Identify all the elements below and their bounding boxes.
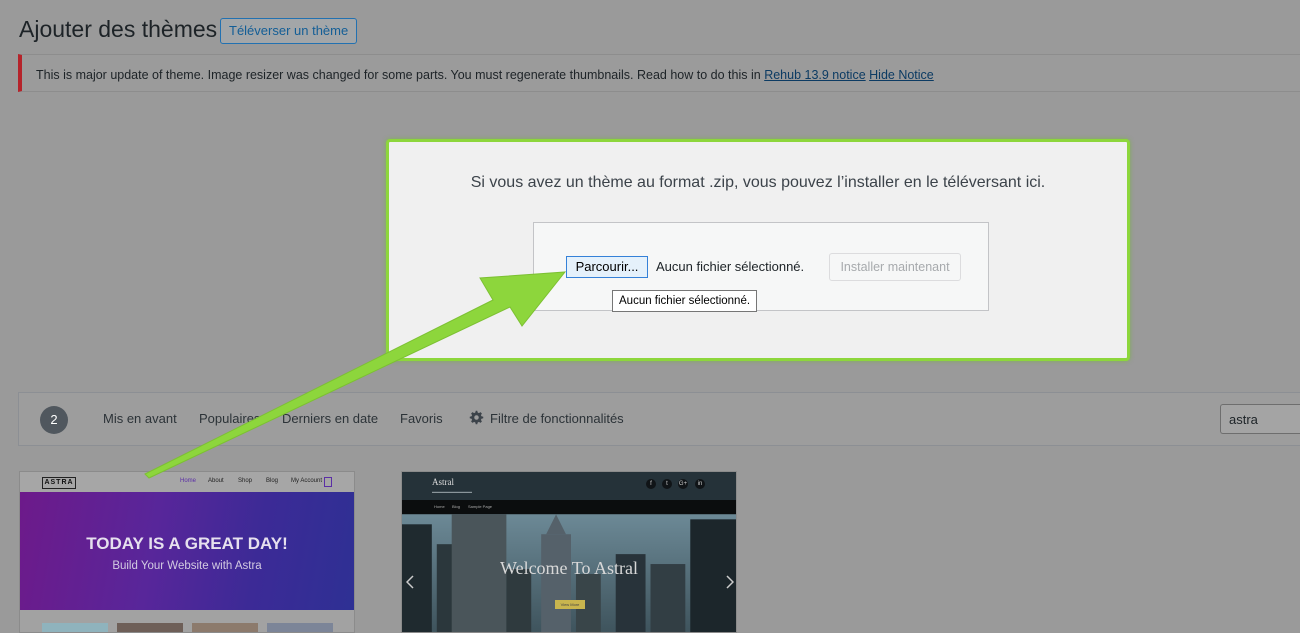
astra-preview-thumbnail <box>267 623 333 632</box>
install-now-button[interactable]: Installer maintenant <box>829 253 961 281</box>
filter-popular[interactable]: Populaires <box>199 411 260 426</box>
theme-filter-bar: 2 Mis en avant Populaires Derniers en da… <box>18 392 1300 446</box>
upload-instruction: Si vous avez un thème au format .zip, vo… <box>470 174 1046 191</box>
astra-headline: TODAY IS A GREAT DAY! <box>86 534 288 553</box>
astral-site-title: Astral <box>432 477 454 487</box>
astra-preview-thumbnail <box>117 623 183 632</box>
gear-icon <box>469 410 484 425</box>
filter-feature-filter[interactable]: Filtre de fonctionnalités <box>490 411 624 426</box>
file-tooltip: Aucun fichier sélectionné. <box>612 290 758 312</box>
google-plus-icon: G+ <box>678 479 688 489</box>
cart-icon <box>324 477 332 487</box>
filter-favorites[interactable]: Favoris <box>400 411 443 426</box>
astra-menu-item: Blog <box>266 478 279 484</box>
astral-menu-item: Blog <box>452 504 461 509</box>
astra-menu-item: About <box>208 478 224 484</box>
astral-preview-header: Astral ▬▬▬▬▬▬▬▬▬▬ f t G+ in <box>402 472 736 500</box>
linkedin-icon: in <box>695 479 705 489</box>
filter-latest[interactable]: Derniers en date <box>282 411 378 426</box>
twitter-icon: t <box>662 479 672 489</box>
theme-search-input[interactable] <box>1220 404 1300 434</box>
astra-menu-item: Home <box>180 478 197 484</box>
facebook-icon: f <box>646 479 656 489</box>
theme-card-astra[interactable]: ASTRA Home About Shop Blog My Account TO… <box>19 471 355 633</box>
admin-notice: This is major update of theme. Image res… <box>18 54 1300 92</box>
file-status-label: Aucun fichier sélectionné. <box>656 259 805 274</box>
filter-featured[interactable]: Mis en avant <box>103 411 177 426</box>
page-title: Ajouter des thèmes <box>19 16 218 42</box>
astra-subheadline: Build Your Website with Astra <box>112 560 262 572</box>
astra-preview-thumbnail <box>42 623 108 632</box>
notice-link-rehub[interactable]: Rehub 13.9 notice <box>764 68 865 82</box>
theme-count-badge: 2 <box>40 406 68 434</box>
astral-tagline: ▬▬▬▬▬▬▬▬▬▬ <box>432 489 472 494</box>
astral-menu-item: Sample Page <box>468 504 493 509</box>
hide-notice-link[interactable]: Hide Notice <box>869 68 934 82</box>
astra-menu-item: Shop <box>238 478 253 484</box>
astra-preview-hero: TODAY IS A GREAT DAY! Build Your Website… <box>20 492 354 610</box>
theme-card-astral[interactable]: Astral ▬▬▬▬▬▬▬▬▬▬ f t G+ in Home Blog Sa… <box>401 471 737 633</box>
notice-text: This is major update of theme. Image res… <box>36 68 761 82</box>
astra-logo: ASTRA <box>42 477 76 489</box>
astral-menu-item: Home <box>434 504 445 509</box>
astral-headline: Welcome To Astral <box>500 558 638 578</box>
astra-preview-nav: ASTRA Home About Shop Blog My Account <box>20 472 354 492</box>
browse-button[interactable]: Parcourir... <box>566 256 648 278</box>
upload-form: Parcourir... Aucun fichier sélectionné. … <box>533 222 989 312</box>
astral-view-more-button: View More <box>555 600 585 609</box>
chevron-left-icon <box>406 575 414 589</box>
astra-preview-thumbnail <box>192 623 258 632</box>
astral-preview-nav: Home Blog Sample Page <box>402 500 736 514</box>
astra-menu-item: My Account <box>291 478 323 484</box>
upload-theme-button[interactable]: Téléverser un thème <box>220 18 358 44</box>
chevron-right-icon <box>726 575 734 589</box>
upload-theme-panel: Si vous avez un thème au format .zip, vo… <box>386 139 1130 361</box>
